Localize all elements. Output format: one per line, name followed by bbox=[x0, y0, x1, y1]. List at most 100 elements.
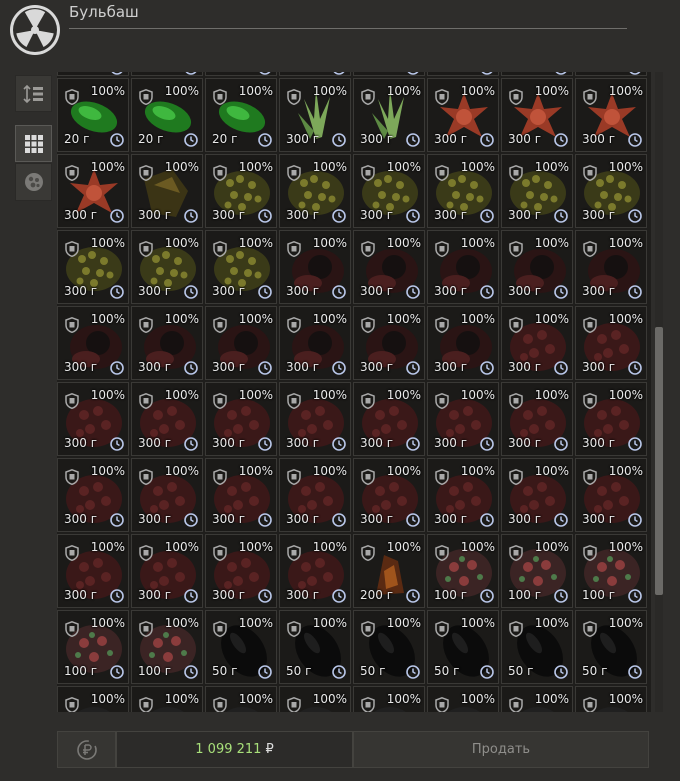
inventory-cell[interactable]: 100% 50 г bbox=[501, 610, 573, 684]
inventory-cell[interactable] bbox=[205, 72, 277, 76]
inventory-cell[interactable]: 100% 300 г bbox=[57, 230, 129, 304]
inventory-cell[interactable]: 100% 200 г bbox=[353, 534, 425, 608]
inventory-cell[interactable]: 100% 300 г bbox=[575, 78, 647, 152]
inventory-cell[interactable]: 100% 300 г bbox=[57, 534, 129, 608]
clock-icon bbox=[629, 72, 641, 75]
inventory-cell[interactable]: 100% 300 г bbox=[575, 230, 647, 304]
inventory-cell[interactable]: 100% 300 г bbox=[353, 154, 425, 228]
inventory-cell[interactable]: 100% 50 г bbox=[353, 610, 425, 684]
inventory-cell[interactable]: 100% 300 г bbox=[279, 306, 351, 380]
grid-view-button[interactable] bbox=[15, 125, 52, 162]
inventory-cell[interactable]: 100% 300 г bbox=[501, 306, 573, 380]
inventory-cell[interactable]: 100% 300 г bbox=[205, 230, 277, 304]
inventory-cell[interactable]: 100% 300 г bbox=[131, 534, 203, 608]
item-weight: 300 г bbox=[138, 436, 172, 450]
item-weight: 300 г bbox=[138, 284, 172, 298]
inventory-cell[interactable] bbox=[353, 72, 425, 76]
inventory-cell[interactable]: 100% 300 г bbox=[353, 382, 425, 456]
inventory-cell[interactable]: 100% 300 г bbox=[501, 78, 573, 152]
inventory-cell[interactable] bbox=[57, 72, 129, 76]
inventory-cell[interactable]: 100% 300 г bbox=[575, 382, 647, 456]
inventory-cell[interactable]: 100% 300 г bbox=[279, 78, 351, 152]
inventory-cell[interactable]: 100% 300 г bbox=[57, 458, 129, 532]
clock-icon bbox=[184, 437, 198, 451]
durability-percent: 100% bbox=[386, 236, 421, 250]
inventory-cell[interactable]: 100% 50 г bbox=[205, 610, 277, 684]
inventory-cell[interactable]: 100% 100 г bbox=[57, 610, 129, 684]
inventory-cell[interactable] bbox=[501, 72, 573, 76]
inventory-cell[interactable]: 100% 300 г bbox=[279, 458, 351, 532]
inventory-cell[interactable]: 100% 300 г bbox=[353, 306, 425, 380]
shield-icon bbox=[435, 89, 449, 105]
inventory-cell[interactable]: 100% 300 г bbox=[279, 382, 351, 456]
inventory-cell[interactable]: 100% 300 г bbox=[131, 458, 203, 532]
inventory-cell[interactable]: 100% 100 г bbox=[501, 534, 573, 608]
item-weight: 300 г bbox=[360, 208, 394, 222]
inventory-cell[interactable]: 100% bbox=[501, 686, 573, 712]
inventory-cell[interactable] bbox=[131, 72, 203, 76]
inventory-cell[interactable]: 100% 300 г bbox=[57, 154, 129, 228]
inventory-cell[interactable]: 100% 300 г bbox=[575, 306, 647, 380]
inventory-cell[interactable]: 100% 300 г bbox=[57, 382, 129, 456]
inventory-cell[interactable]: 100% 300 г bbox=[427, 306, 499, 380]
inventory-cell[interactable]: 100% 300 г bbox=[427, 154, 499, 228]
durability-percent: 100% bbox=[386, 464, 421, 478]
inventory-cell[interactable]: 100% 300 г bbox=[131, 382, 203, 456]
inventory-cell[interactable]: 100% 300 г bbox=[501, 230, 573, 304]
inventory-cell[interactable]: 100% 300 г bbox=[131, 230, 203, 304]
inventory-cell[interactable]: 100% 300 г bbox=[57, 306, 129, 380]
inventory-cell[interactable]: 100% 300 г bbox=[575, 458, 647, 532]
inventory-cell[interactable]: 100% 300 г bbox=[279, 154, 351, 228]
inventory-cell[interactable]: 100% 100 г bbox=[427, 534, 499, 608]
item-weight: 100 г bbox=[434, 588, 468, 602]
inventory-cell[interactable]: 100% 300 г bbox=[575, 154, 647, 228]
inventory-cell[interactable]: 100% 300 г bbox=[131, 154, 203, 228]
inventory-cell[interactable]: 100% 300 г bbox=[427, 78, 499, 152]
inventory-cell[interactable] bbox=[427, 72, 499, 76]
scrollbar-thumb[interactable] bbox=[655, 327, 663, 595]
inventory-cell[interactable]: 100% 300 г bbox=[501, 382, 573, 456]
clock-icon bbox=[480, 513, 494, 527]
inventory-cell[interactable]: 100% 300 г bbox=[279, 230, 351, 304]
inventory-cell[interactable]: 100% bbox=[57, 686, 129, 712]
shield-icon bbox=[509, 469, 523, 485]
inventory-cell[interactable]: 100% 100 г bbox=[575, 534, 647, 608]
artifact-filter-button[interactable] bbox=[15, 163, 52, 201]
inventory-cell[interactable]: 100% 300 г bbox=[131, 306, 203, 380]
inventory-cell[interactable]: 100% 300 г bbox=[353, 230, 425, 304]
inventory-cell[interactable]: 100% bbox=[427, 686, 499, 712]
sell-button[interactable]: Продать bbox=[353, 731, 649, 768]
inventory-cell[interactable]: 100% 300 г bbox=[427, 230, 499, 304]
inventory-cell[interactable]: 100% 300 г bbox=[501, 154, 573, 228]
inventory-cell[interactable]: 100% 300 г bbox=[205, 458, 277, 532]
inventory-grid[interactable]: 100% 20 г 100% 20 г 100% 20 г 100% 300 г 100% 300… bbox=[57, 72, 651, 712]
inventory-cell[interactable]: 100% bbox=[279, 686, 351, 712]
inventory-cell[interactable]: 100% 50 г bbox=[575, 610, 647, 684]
inventory-cell[interactable]: 100% 300 г bbox=[427, 382, 499, 456]
inventory-cell[interactable]: 100% 50 г bbox=[279, 610, 351, 684]
inventory-cell[interactable]: 100% bbox=[131, 686, 203, 712]
sort-button[interactable] bbox=[15, 75, 52, 112]
inventory-cell[interactable]: 100% 20 г bbox=[57, 78, 129, 152]
inventory-cell[interactable]: 100% 300 г bbox=[205, 534, 277, 608]
inventory-cell[interactable]: 100% 300 г bbox=[353, 458, 425, 532]
inventory-cell[interactable]: 100% bbox=[205, 686, 277, 712]
inventory-cell[interactable] bbox=[575, 72, 647, 76]
inventory-cell[interactable]: 100% 300 г bbox=[427, 458, 499, 532]
inventory-cell[interactable]: 100% 300 г bbox=[501, 458, 573, 532]
inventory-cell[interactable]: 100% 20 г bbox=[205, 78, 277, 152]
inventory-cell[interactable]: 100% 300 г bbox=[205, 306, 277, 380]
inventory-cell[interactable]: 100% 300 г bbox=[279, 534, 351, 608]
inventory-cell[interactable]: 100% 300 г bbox=[205, 154, 277, 228]
inventory-cell[interactable]: 100% 50 г bbox=[427, 610, 499, 684]
durability-percent: 100% bbox=[460, 84, 495, 98]
inventory-cell[interactable]: 100% 20 г bbox=[131, 78, 203, 152]
inventory-cell[interactable] bbox=[279, 72, 351, 76]
inventory-cell[interactable]: 100% bbox=[575, 686, 647, 712]
inventory-cell[interactable]: 100% 300 г bbox=[205, 382, 277, 456]
inventory-cell[interactable]: 100% 100 г bbox=[131, 610, 203, 684]
currency-toggle-button[interactable] bbox=[57, 731, 116, 768]
inventory-cell[interactable]: 100% bbox=[353, 686, 425, 712]
inventory-cell[interactable]: 100% 300 г bbox=[353, 78, 425, 152]
durability-percent: 100% bbox=[608, 388, 643, 402]
